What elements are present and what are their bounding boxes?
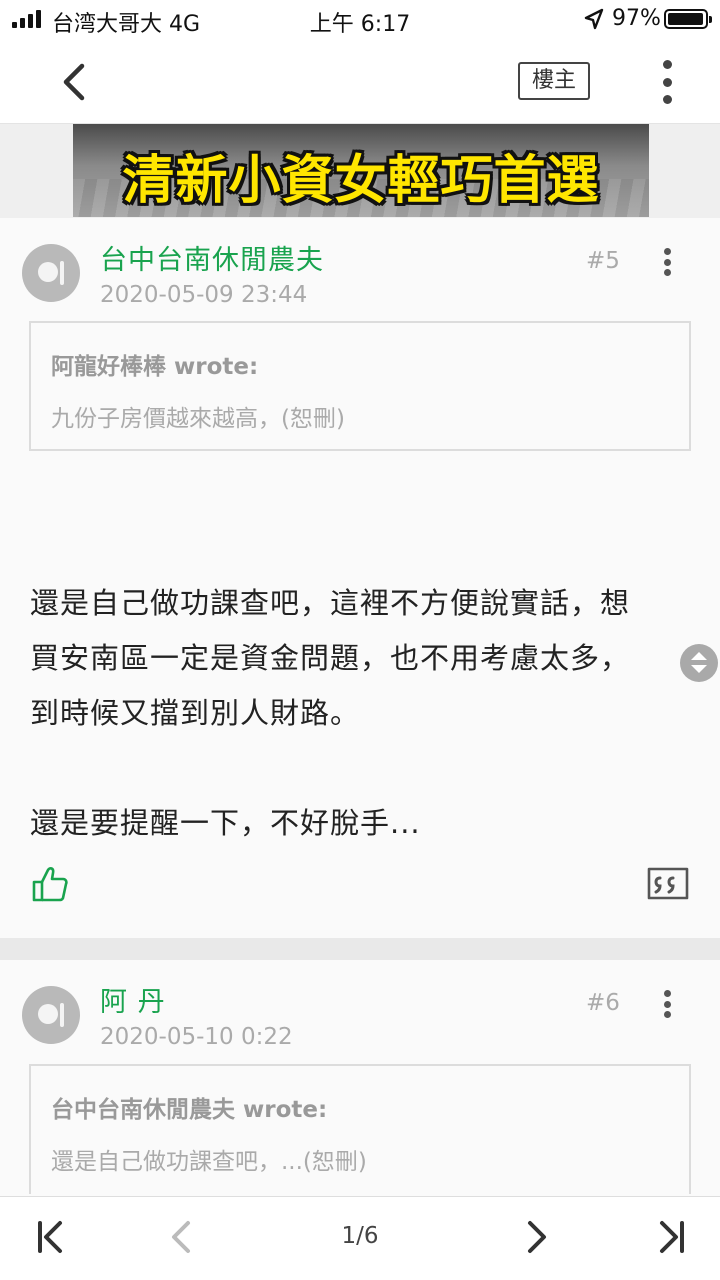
pagination-bar: 1/6 xyxy=(0,1196,720,1280)
post-date: 2020-05-10 0:22 xyxy=(100,1024,293,1050)
ad-banner[interactable]: 清新小資女輕巧首選 xyxy=(73,124,649,217)
post-card: 台中台南休閒農夫 2020-05-09 23:44 #5 阿龍好棒棒 wrote… xyxy=(0,218,720,938)
op-only-button[interactable]: 樓主 xyxy=(518,62,590,100)
post-author[interactable]: 台中台南休閒農夫 xyxy=(100,238,324,277)
thumbs-up-icon[interactable] xyxy=(30,864,70,904)
floor-number: #5 xyxy=(586,248,620,274)
quote-text: 九份子房價越來越高，(恕刪) xyxy=(51,406,345,432)
post-body-line: 還是要提醒一下，不好脫手... xyxy=(30,806,421,840)
post-body-line: 還是自己做功課查吧，這裡不方便說實話，想 xyxy=(30,586,631,620)
post-body: 還是自己做功課查吧，這裡不方便說實話，想 買安南區一定是資金問題，也不用考慮太多… xyxy=(30,576,700,851)
next-page-icon[interactable] xyxy=(524,1219,548,1255)
quote-box[interactable]: 阿龍好棒棒 wrote: 九份子房價越來越高，(恕刪) xyxy=(29,321,691,451)
post-author[interactable]: 阿 丹 xyxy=(100,980,166,1019)
quote-author: 台中台南休閒農夫 wrote: xyxy=(51,1097,328,1123)
quote-reply-icon[interactable] xyxy=(646,866,690,902)
back-icon[interactable] xyxy=(56,62,92,102)
quote-box[interactable]: 台中台南休閒農夫 wrote: 還是自己做功課查吧，...(恕刪) xyxy=(29,1064,691,1194)
post-divider xyxy=(0,938,720,960)
ad-area: 清新小資女輕巧首選 xyxy=(0,124,720,218)
quote-author: 阿龍好棒棒 wrote: xyxy=(51,354,259,380)
last-page-icon[interactable] xyxy=(658,1219,686,1255)
post-card: 阿 丹 2020-05-10 0:22 #6 台中台南休閒農夫 wrote: 還… xyxy=(0,960,720,1200)
quote-text: 還是自己做功課查吧，...(恕刪) xyxy=(51,1149,367,1175)
location-arrow-icon xyxy=(584,8,604,30)
avatar[interactable] xyxy=(22,244,80,302)
status-bar: 台湾大哥大 4G 上午 6:17 97% xyxy=(0,0,720,40)
avatar[interactable] xyxy=(22,986,80,1044)
more-vertical-icon[interactable] xyxy=(656,60,678,104)
page-indicator[interactable]: 1/6 xyxy=(0,1223,720,1249)
floor-number: #6 xyxy=(586,990,620,1016)
top-navigation-bar: 樓主 xyxy=(0,40,720,124)
post-more-icon[interactable] xyxy=(660,990,674,1018)
battery-percent: 97% xyxy=(612,6,661,31)
post-more-icon[interactable] xyxy=(660,248,674,276)
battery-icon xyxy=(664,9,712,29)
post-body-line: 到時候又擋到別人財路。 xyxy=(30,696,361,730)
ad-banner-text: 清新小資女輕巧首選 xyxy=(122,151,600,211)
post-body-line: 買安南區一定是資金問題，也不用考慮太多， xyxy=(30,641,631,675)
post-date: 2020-05-09 23:44 xyxy=(100,282,308,308)
